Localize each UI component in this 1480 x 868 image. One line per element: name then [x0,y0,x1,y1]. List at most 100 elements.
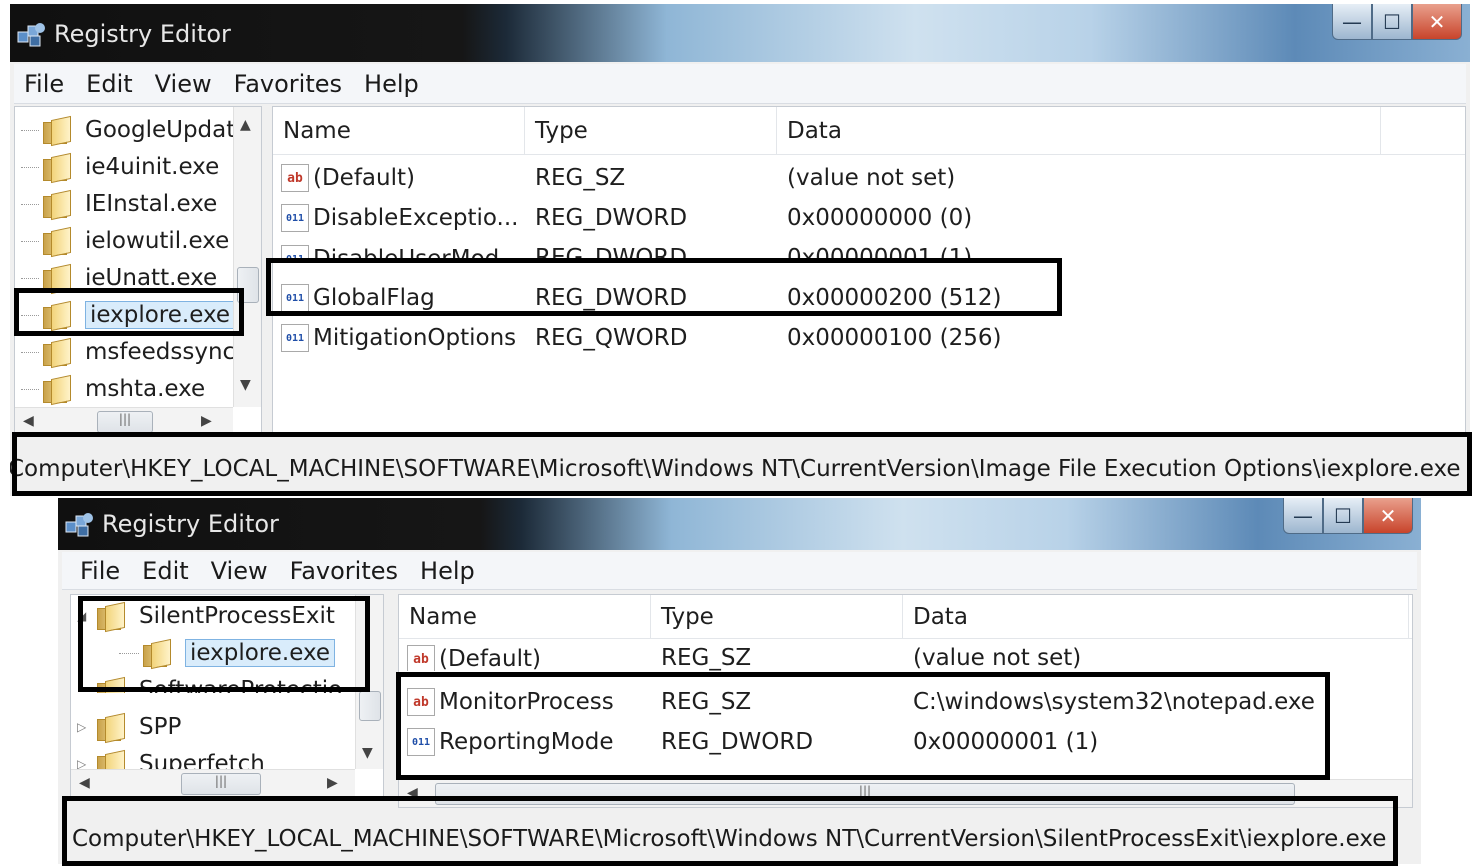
tree-item-label: ielowutil.exe [85,228,230,254]
tree-item[interactable]: msfeedssync. [21,335,243,369]
tree-horizontal-scrollbar[interactable]: ◀ ||| ▶ [15,407,233,435]
scroll-right-icon[interactable]: ▶ [201,413,212,429]
minimize-button[interactable]: — [1332,4,1372,40]
value-row[interactable]: ab (Default) REG_SZ (value not set) [399,641,1412,671]
tree-item[interactable]: ieUnatt.exe [21,261,217,295]
folder-icon [43,266,73,292]
scroll-down-icon[interactable]: ▼ [362,745,373,761]
window-title: Registry Editor [102,510,279,538]
value-name: (Default) [313,165,415,191]
value-data: 0x00000000 (0) [787,205,973,231]
tree-horizontal-scrollbar[interactable]: ◀ ||| ▶ [71,769,355,797]
tree-item-label: SilentProcessExit [139,603,335,629]
tree-item[interactable]: SoftwareProtectio [77,673,342,693]
tree-item[interactable]: GoogleUpdat [21,113,235,147]
value-type: REG_DWORD [661,729,814,755]
scroll-thumb[interactable]: ||| [435,783,1295,805]
tree-item[interactable]: ▷ SPP [77,710,181,744]
list-horizontal-scrollbar[interactable]: ◀ ||| [399,779,1412,807]
menu-view[interactable]: View [155,70,212,98]
menu-bar: File Edit View Favorites Help [14,64,1466,104]
scroll-thumb[interactable]: ||| [97,411,153,433]
tree-item[interactable]: ie4uinit.exe [21,150,219,184]
scroll-thumb[interactable] [237,267,259,303]
string-value-icon: ab [281,164,309,192]
key-tree-pane[interactable]: GoogleUpdat ie4uinit.exe IEInstal.exe ie… [14,106,262,436]
folder-icon [143,641,173,667]
tree-vertical-scrollbar[interactable]: ▼ [355,595,383,769]
folder-icon [97,604,127,630]
values-list-pane[interactable]: Name Type Data ab (Default) REG_SZ (valu… [398,594,1413,808]
folder-icon [97,679,127,693]
key-path: Computer\HKEY_LOCAL_MACHINE\SOFTWARE\Mic… [72,826,1387,852]
string-value-icon: ab [407,645,435,671]
value-name: (Default) [439,646,541,671]
menu-favorites[interactable]: Favorites [234,70,342,98]
column-type[interactable]: Type [525,107,777,154]
window-title: Registry Editor [54,20,231,48]
tree-item-label: SoftwareProtectio [139,677,343,693]
tree-vertical-scrollbar[interactable]: ▲ ▼ [233,107,261,407]
value-type: REG_SZ [661,645,752,671]
values-list-pane[interactable]: Name Type Data ab (Default) REG_SZ (valu… [272,106,1466,436]
tree-item-label: iexplore.exe [85,301,236,329]
scroll-left-icon[interactable]: ◀ [23,413,34,429]
value-name: ReportingMode [439,729,614,755]
value-name: MitigationOptions [313,325,517,351]
expand-arrow-icon[interactable]: ▷ [77,720,97,734]
scroll-right-icon[interactable]: ▶ [327,775,338,791]
value-row[interactable]: 011 MitigationOptions REG_QWORD 0x000001… [273,319,1465,357]
scroll-up-icon[interactable]: ▲ [240,117,251,133]
string-value-icon: ab [407,688,435,716]
column-data[interactable]: Data [903,595,1409,638]
tree-item[interactable]: mshta.exe [21,372,205,406]
close-button[interactable]: ✕ [1412,4,1462,40]
tree-item[interactable]: IEInstal.exe [21,187,217,221]
value-row[interactable]: 011 DisableExceptio... REG_DWORD 0x00000… [273,199,1465,237]
menu-favorites[interactable]: Favorites [290,557,398,585]
tree-item-selected[interactable]: iexplore.exe [119,636,336,670]
maximize-button[interactable]: ☐ [1323,498,1363,534]
value-row[interactable]: ab (Default) REG_SZ (value not set) [273,159,1465,197]
menu-edit[interactable]: Edit [142,557,188,585]
minimize-button[interactable]: — [1283,498,1323,534]
title-bar[interactable]: Registry Editor — ☐ ✕ [10,4,1470,62]
maximize-button[interactable]: ☐ [1372,4,1412,40]
column-data[interactable]: Data [777,107,1381,154]
menu-help[interactable]: Help [420,557,475,585]
value-type: REG_QWORD [535,325,688,351]
tree-item-selected[interactable]: iexplore.exe [21,298,236,332]
tree-item-label: ie4uinit.exe [85,154,220,180]
value-data: (value not set) [913,645,1082,671]
title-bar[interactable]: Registry Editor — ☐ ✕ [58,498,1421,550]
column-name[interactable]: Name [399,595,651,638]
tree-item-label: mshta.exe [85,376,206,402]
tree-item[interactable]: ◢ SilentProcessExit [77,599,335,633]
collapse-arrow-icon[interactable]: ◢ [77,609,97,623]
tree-item-label: IEInstal.exe [85,191,218,217]
key-path: Computer\HKEY_LOCAL_MACHINE\SOFTWARE\Mic… [10,456,1461,482]
scroll-down-icon[interactable]: ▼ [240,377,251,393]
key-tree-pane[interactable]: ◢ SilentProcessExit iexplore.exe Softwar… [70,594,384,798]
column-type[interactable]: Type [651,595,903,638]
tree-item[interactable]: ielowutil.exe [21,224,229,258]
menu-file[interactable]: File [24,70,64,98]
binary-value-icon: 011 [281,324,309,352]
value-row-globalflag[interactable]: 011 GlobalFlag REG_DWORD 0x00000200 (512… [273,279,1465,317]
value-row[interactable]: 011 DisableUserMod... REG_DWORD 0x000000… [273,239,1465,263]
registry-editor-window-1: Registry Editor — ☐ ✕ File Edit View Fav… [10,4,1470,496]
close-button[interactable]: ✕ [1363,498,1413,534]
scroll-left-icon[interactable]: ◀ [79,775,90,791]
menu-help[interactable]: Help [364,70,419,98]
binary-value-icon: 011 [281,284,309,312]
scroll-left-icon[interactable]: ◀ [407,785,418,801]
value-row-reportingmode[interactable]: 011 ReportingMode REG_DWORD 0x00000001 (… [399,723,1412,761]
value-row-monitorprocess[interactable]: ab MonitorProcess REG_SZ C:\windows\syst… [399,683,1412,721]
registry-editor-icon [65,513,93,537]
scroll-thumb[interactable] [359,691,381,721]
menu-file[interactable]: File [80,557,120,585]
scroll-thumb[interactable]: ||| [181,773,261,795]
menu-edit[interactable]: Edit [86,70,132,98]
column-name[interactable]: Name [273,107,525,154]
menu-view[interactable]: View [211,557,268,585]
